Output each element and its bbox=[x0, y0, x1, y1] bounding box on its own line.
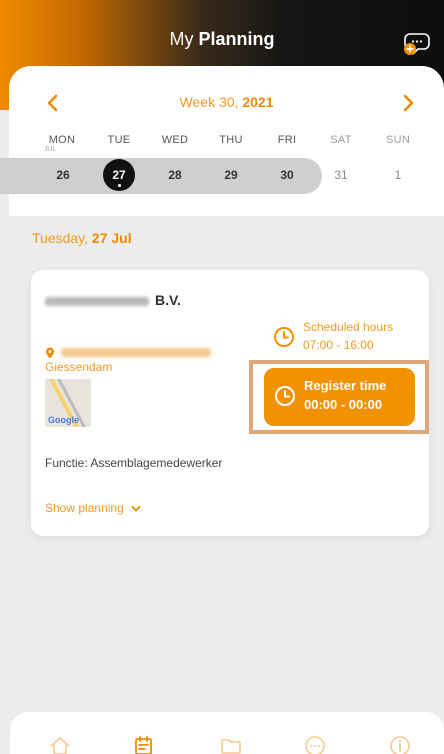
redacted-company bbox=[45, 296, 149, 306]
weekday-sat: SAT bbox=[330, 134, 352, 146]
planning-icon[interactable] bbox=[132, 734, 156, 754]
date-27-selected[interactable]: 27 bbox=[103, 159, 135, 191]
weekday-row: MON TUE WED THU FRI SAT SUN bbox=[9, 134, 444, 154]
map-thumbnail[interactable]: Google bbox=[45, 379, 91, 427]
chat-add-icon[interactable] bbox=[402, 27, 432, 57]
register-time-button[interactable]: Register time 00:00 - 00:00 bbox=[264, 368, 415, 426]
date-1[interactable]: 1 bbox=[378, 168, 418, 182]
page-title: My Planning bbox=[169, 29, 275, 49]
date-26[interactable]: 26 bbox=[43, 168, 83, 182]
info-icon[interactable] bbox=[388, 734, 412, 754]
date-30[interactable]: 30 bbox=[267, 168, 307, 182]
date-28[interactable]: 28 bbox=[155, 168, 195, 182]
month-label: JUL bbox=[43, 146, 57, 153]
date-29[interactable]: 29 bbox=[211, 168, 251, 182]
date-31[interactable]: 31 bbox=[321, 168, 361, 182]
map-logo: Google bbox=[48, 415, 79, 425]
home-icon[interactable] bbox=[48, 734, 72, 754]
clock-icon bbox=[275, 386, 295, 406]
function-label: Functie: Assemblagemedewerker bbox=[45, 456, 223, 470]
chevron-down-icon bbox=[131, 505, 141, 512]
weekday-thu: THU bbox=[219, 134, 243, 146]
chevron-right-icon[interactable] bbox=[397, 92, 419, 114]
more-icon[interactable] bbox=[303, 734, 327, 754]
folder-icon[interactable] bbox=[219, 734, 243, 754]
weekday-wed: WED bbox=[161, 134, 189, 146]
weekday-sun: SUN bbox=[385, 134, 411, 146]
company-name: B.V. bbox=[45, 292, 181, 308]
location-pin-icon bbox=[46, 347, 54, 359]
selected-day-title: Tuesday, 27 Jul bbox=[32, 230, 132, 246]
weekday-mon: MON bbox=[48, 134, 76, 146]
weekday-tue: TUE bbox=[107, 134, 131, 146]
bottom-navigation bbox=[10, 712, 444, 754]
show-planning-toggle[interactable]: Show planning bbox=[45, 501, 141, 515]
weekday-fri: FRI bbox=[277, 134, 297, 146]
week-label: Week 30, 2021 bbox=[179, 94, 274, 110]
city-link[interactable]: Giessendam bbox=[45, 360, 112, 374]
clock-icon bbox=[274, 327, 294, 347]
redacted-address bbox=[61, 348, 211, 358]
